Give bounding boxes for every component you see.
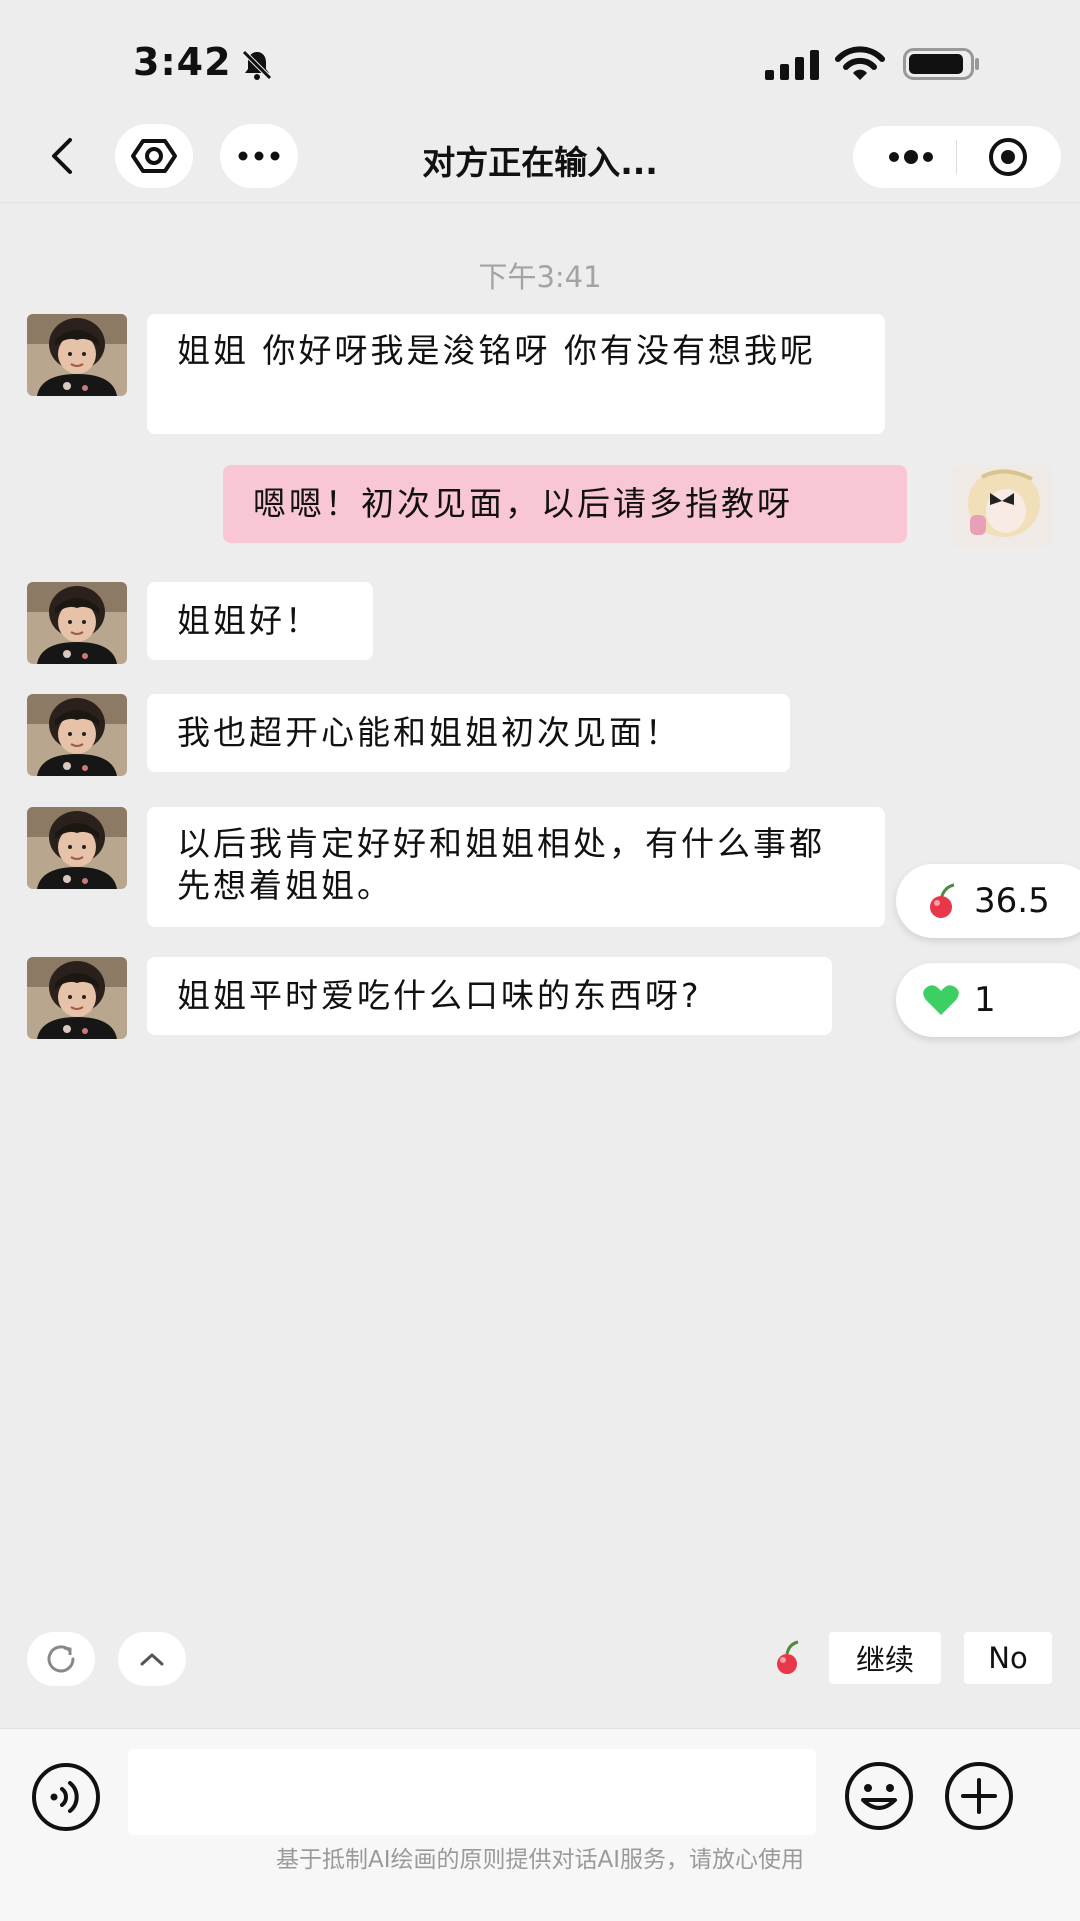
- eye-icon: [131, 139, 177, 173]
- plus-icon[interactable]: [943, 1760, 1015, 1832]
- heart-icon: [923, 985, 959, 1015]
- message-bubble: 姐姐平时爱吃什么口味的东西呀?: [147, 957, 832, 1035]
- refresh-icon: [47, 1645, 75, 1673]
- contact-avatar[interactable]: [27, 694, 127, 776]
- my-message-bubble: 嗯嗯！初次见面，以后请多指教呀: [223, 465, 907, 543]
- emoji-icon[interactable]: [843, 1760, 915, 1832]
- page-title: 对方正在输入...: [422, 143, 658, 182]
- capsule-more-button[interactable]: [871, 126, 951, 188]
- contact-avatar[interactable]: [27, 314, 127, 396]
- more-options-button[interactable]: [220, 124, 298, 188]
- heart-value: 1: [974, 980, 996, 1020]
- cherry-icon: [777, 1640, 799, 1674]
- refresh-button[interactable]: [27, 1632, 95, 1686]
- cherry-icon: [930, 883, 955, 918]
- chevron-up-icon: [140, 1653, 164, 1666]
- voice-icon[interactable]: [30, 1761, 102, 1833]
- more-icon: [238, 151, 280, 161]
- no-button[interactable]: No: [964, 1632, 1052, 1684]
- message-bubble: 姐姐 你好呀我是浚铭呀 你有没有想我呢: [147, 314, 885, 434]
- status-bar: 3:42: [0, 0, 1080, 110]
- wifi-icon: [835, 46, 885, 80]
- view-button[interactable]: [115, 124, 193, 188]
- target-icon: [989, 138, 1027, 176]
- chat-timestamp: 下午3:41: [478, 260, 602, 294]
- message-bubble: 我也超开心能和姐姐初次见面！: [147, 694, 790, 772]
- message-bubble: 姐姐好！: [147, 582, 373, 660]
- user-avatar[interactable]: [952, 465, 1052, 547]
- contact-avatar[interactable]: [27, 582, 127, 664]
- status-time: 3:42: [133, 40, 232, 84]
- cherry-value: 36.5: [974, 881, 1050, 921]
- more-icon: [889, 150, 933, 164]
- composer-bar: [0, 1728, 1080, 1921]
- miniprogram-capsule: [853, 126, 1061, 188]
- bell-slash-icon: [242, 50, 272, 80]
- heart-stat-pill[interactable]: 1: [896, 963, 1080, 1037]
- footer-disclaimer: 基于抵制AI绘画的原则提供对话AI服务，请放心使用: [275, 1847, 805, 1873]
- nav-bar: 对方正在输入...: [0, 110, 1080, 203]
- capsule-close-button[interactable]: [963, 126, 1053, 188]
- expand-button[interactable]: [118, 1632, 186, 1686]
- battery-icon: [903, 48, 979, 80]
- message-bubble: 以后我肯定好好和姐姐相处，有什么事都先想着姐姐。: [147, 807, 885, 927]
- back-icon[interactable]: [40, 132, 84, 180]
- cherry-stat-pill[interactable]: 36.5: [896, 864, 1080, 938]
- message-input[interactable]: [128, 1749, 816, 1835]
- signal-icon: [765, 50, 819, 80]
- contact-avatar[interactable]: [27, 807, 127, 889]
- capsule-divider: [956, 140, 957, 174]
- contact-avatar[interactable]: [27, 957, 127, 1039]
- continue-button[interactable]: 继续: [829, 1632, 941, 1684]
